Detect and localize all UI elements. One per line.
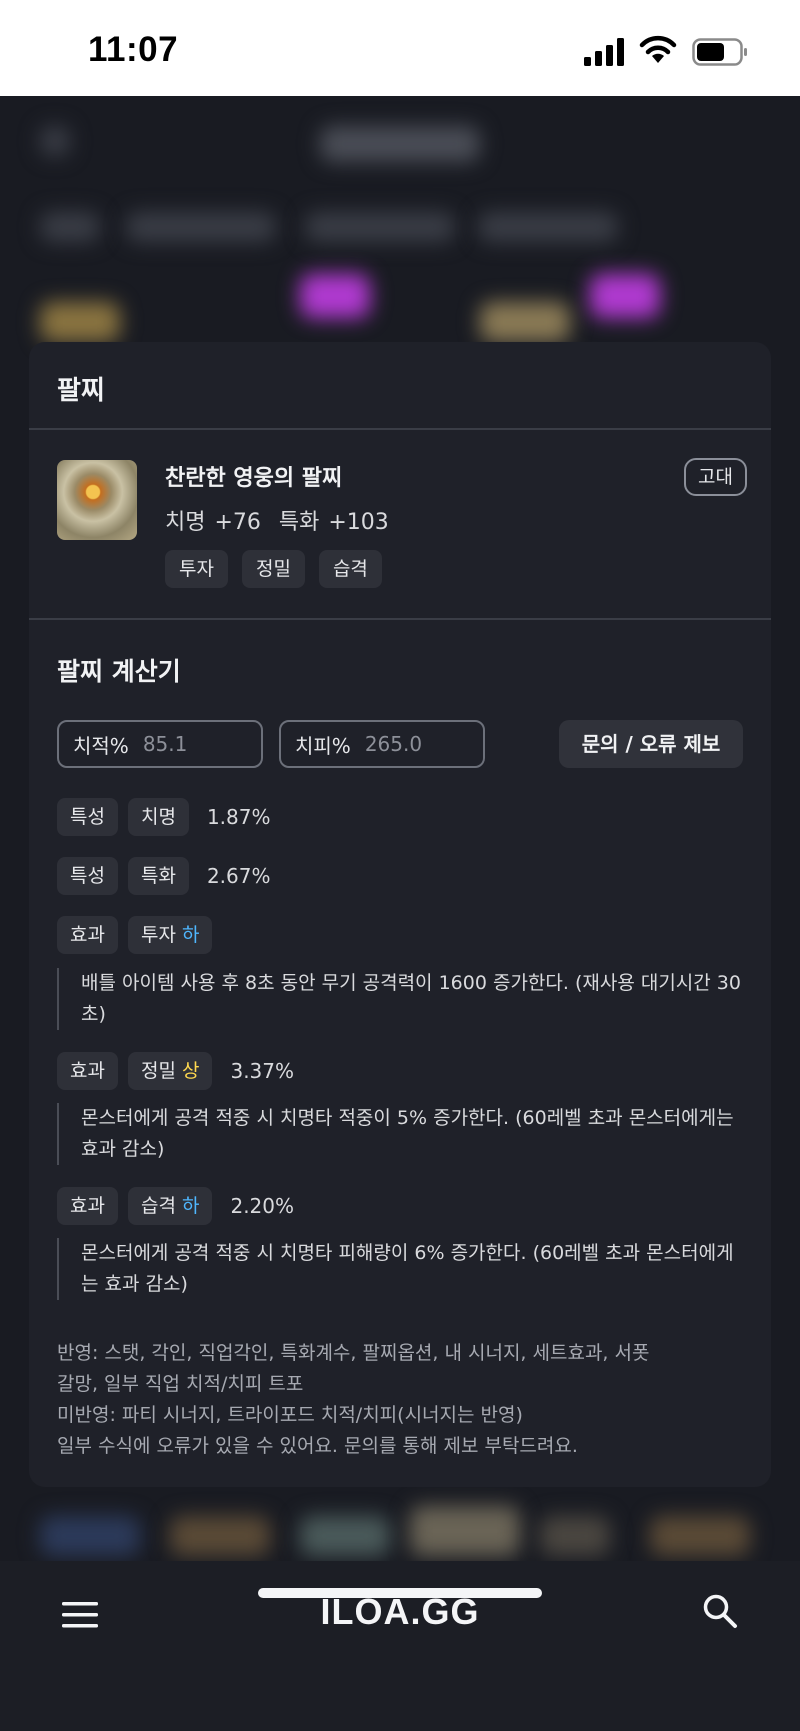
- row-name-chip: 치명: [127, 798, 189, 836]
- footnote-line: 미반영: 파티 시너지, 트라이포드 치적/치피(시너지는 반영): [57, 1404, 523, 1426]
- crit-damage-field[interactable]: 치피%: [279, 720, 485, 768]
- row-type-chip: 특성: [57, 798, 118, 836]
- bottom-navigation-bar: ILOA.GG: [0, 1561, 800, 1731]
- row-type-chip: 효과: [57, 1052, 118, 1090]
- row-name-chip: 투자 하: [127, 916, 213, 954]
- status-time: 11:07: [88, 30, 179, 69]
- effect-description: 몬스터에게 공격 적중 시 치명타 적중이 5% 증가한다. (60레벨 초과 …: [57, 1103, 741, 1165]
- wifi-icon: [639, 35, 677, 63]
- stat-row: 특성 치명 1.87%: [57, 798, 270, 836]
- cellular-signal-icon: [584, 38, 624, 66]
- card-title: 팔찌: [57, 376, 105, 406]
- effect-grade: 상: [181, 1060, 200, 1082]
- footnote-line: 갈망, 일부 직업 치적/치피 트포: [57, 1373, 304, 1395]
- effect-row: 효과 습격 하 2.20%: [57, 1187, 294, 1225]
- effect-description: 몬스터에게 공격 적중 시 치명타 피해량이 6% 증가한다. (60레벨 초과…: [57, 1238, 741, 1300]
- item-tag: 습격: [318, 550, 382, 588]
- item-name: 찬란한 영웅의 팔찌: [165, 466, 343, 491]
- item-stats: 치명 +76 특화 +103: [165, 510, 389, 535]
- row-percent: 1.87%: [206, 805, 271, 829]
- item-tag: 투자: [165, 550, 228, 588]
- crit-damage-input[interactable]: [362, 731, 467, 757]
- effect-grade: 하: [181, 1195, 200, 1217]
- crit-rate-input[interactable]: [140, 731, 245, 757]
- search-icon[interactable]: [702, 1593, 738, 1629]
- effect-row: 효과 정밀 상 3.37%: [57, 1052, 294, 1090]
- row-type-chip: 효과: [57, 1187, 118, 1225]
- effect-grade: 하: [181, 924, 200, 946]
- footnote-line: 반영: 스탯, 각인, 직업각인, 특화계수, 팔찌옵션, 내 시너지, 세트효…: [57, 1342, 650, 1364]
- divider: [29, 428, 771, 430]
- effect-name: 정밀: [140, 1060, 176, 1082]
- item-grade-badge: 고대: [684, 458, 747, 496]
- row-percent: 2.20%: [230, 1194, 295, 1218]
- bracelet-item-image: [57, 460, 137, 540]
- crit-rate-label: 치적%: [73, 733, 129, 758]
- effect-name: 습격: [140, 1195, 176, 1217]
- report-button[interactable]: 문의 / 오류 제보: [559, 720, 743, 768]
- row-name-chip: 정밀 상: [127, 1052, 213, 1090]
- crit-damage-label: 치피%: [295, 733, 351, 758]
- row-name-chip: 특화: [127, 857, 189, 895]
- row-type-chip: 효과: [57, 916, 118, 954]
- calculator-footnote: 반영: 스탯, 각인, 직업각인, 특화계수, 팔찌옵션, 내 시너지, 세트효…: [57, 1338, 747, 1462]
- home-indicator: [258, 1588, 542, 1598]
- row-percent: 3.37%: [230, 1059, 295, 1083]
- row-percent: 2.67%: [206, 864, 271, 888]
- bracelet-card: 팔찌 찬란한 영웅의 팔찌 고대 치명 +76 특화 +103 투자 정밀 습격…: [29, 342, 771, 1487]
- row-type-chip: 특성: [57, 857, 118, 895]
- effect-name: 투자: [140, 924, 176, 946]
- item-tag: 정밀: [241, 550, 305, 588]
- item-tags: 투자 정밀 습격: [165, 550, 382, 588]
- effect-description: 배틀 아이템 사용 후 8초 동안 무기 공격력이 1600 증가한다. (재사…: [57, 968, 741, 1030]
- row-name-chip: 습격 하: [127, 1187, 213, 1225]
- calculator-title: 팔찌 계산기: [57, 657, 181, 686]
- battery-icon: [692, 38, 747, 66]
- footnote-line: 일부 수식에 오류가 있을 수 있어요. 문의를 통해 제보 부탁드려요.: [57, 1435, 578, 1457]
- status-bar: 11:07: [0, 0, 800, 96]
- effect-row: 효과 투자 하: [57, 916, 213, 954]
- crit-rate-field[interactable]: 치적%: [57, 720, 263, 768]
- divider: [29, 618, 771, 620]
- stat-row: 특성 특화 2.67%: [57, 857, 270, 895]
